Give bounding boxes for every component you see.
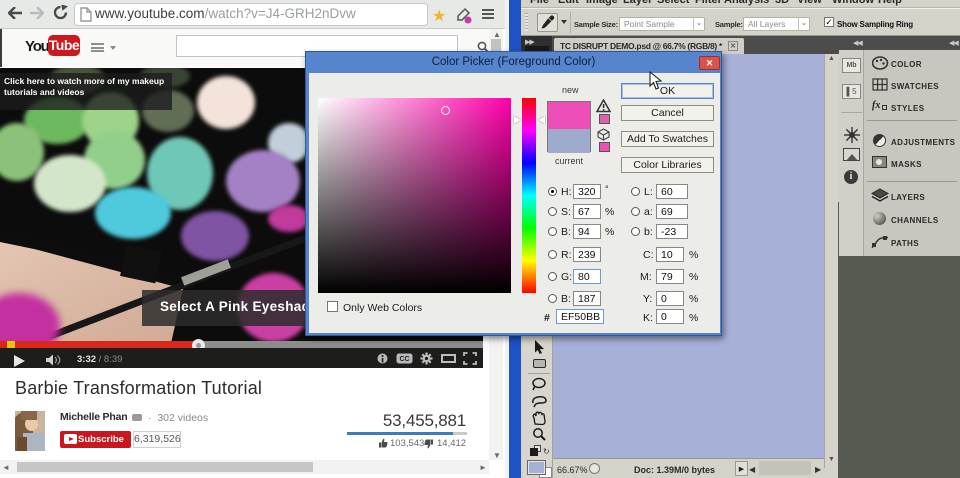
svg-text:CC: CC (399, 356, 409, 363)
